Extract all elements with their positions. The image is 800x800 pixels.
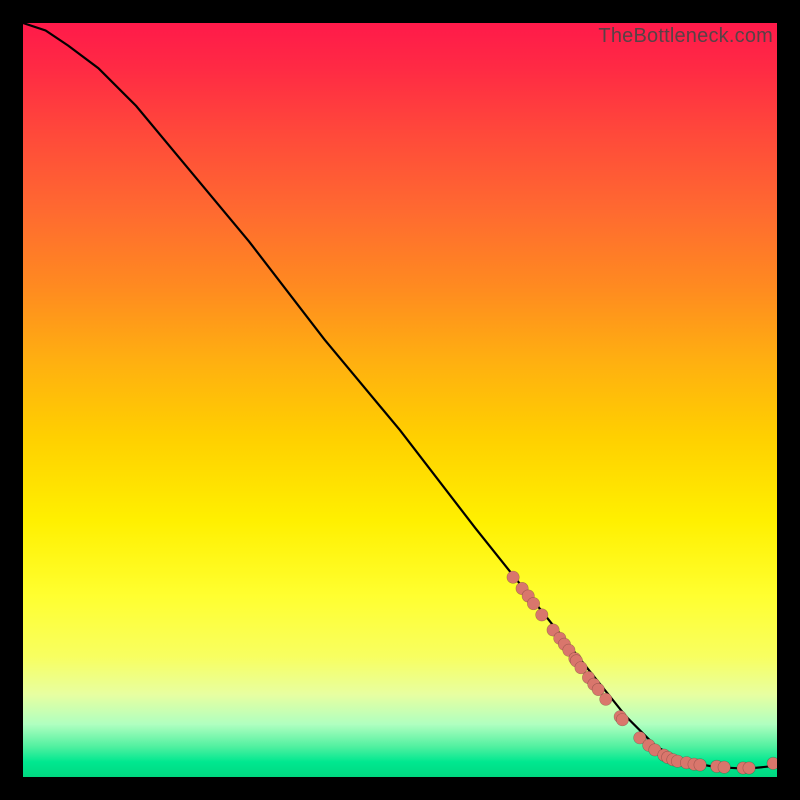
chart-overlay [23,23,777,777]
scatter-dot [743,762,755,774]
scatter-dot [718,761,730,773]
scatter-dot [600,693,612,705]
scatter-dot [767,757,777,769]
scatter-dot [527,597,539,609]
scatter-dot [616,714,628,726]
plot-area: TheBottleneck.com [23,23,777,777]
scatter-dot [507,571,519,583]
scatter-dot [536,609,548,621]
scatter-group [507,571,777,774]
scatter-dot [694,759,706,771]
curve-line [23,23,777,769]
